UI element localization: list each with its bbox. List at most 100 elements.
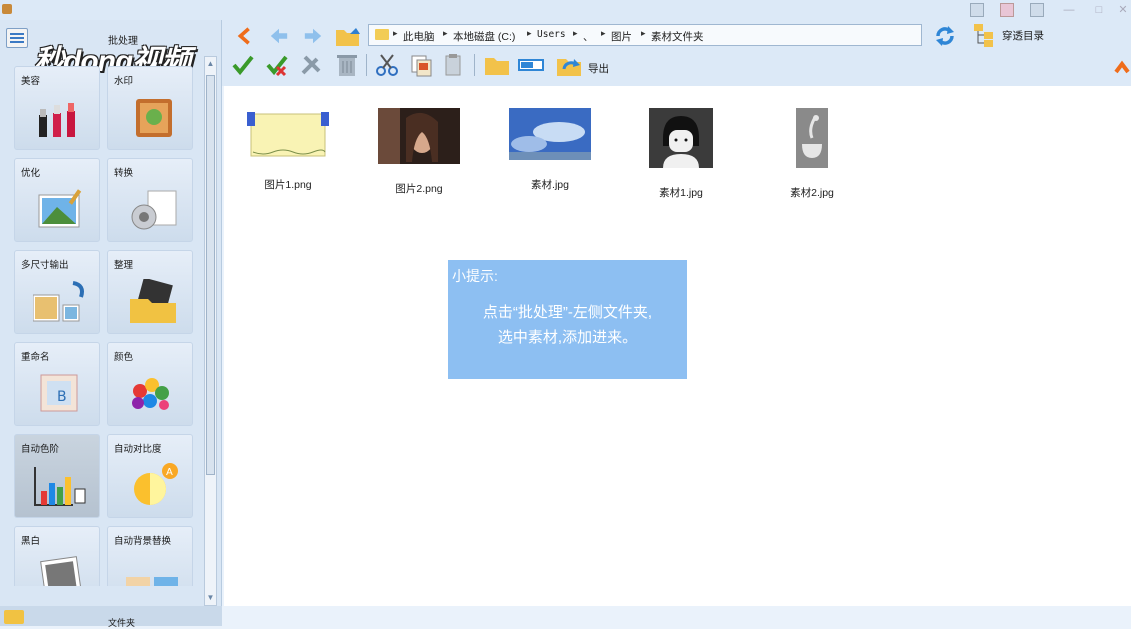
cut-scissors-icon[interactable] <box>374 52 400 78</box>
multi-size-icon <box>33 281 84 322</box>
tool-auto-contrast[interactable]: 自动对比度 A <box>107 434 193 518</box>
tool-label: 自动对比度 <box>114 444 162 455</box>
file-name: 素材2.jpg <box>790 187 834 199</box>
menu-icon[interactable] <box>1030 3 1044 17</box>
export-icon[interactable] <box>556 52 582 78</box>
file-name: 素材1.jpg <box>659 187 703 199</box>
minimize-icon[interactable]: — <box>1062 3 1076 17</box>
color-wheel-icon <box>132 378 169 410</box>
tool-rename[interactable]: 重命名 B <box>14 342 100 426</box>
photo-optimize-icon <box>38 189 82 228</box>
refresh-icon[interactable] <box>934 24 956 48</box>
collapse-chevron-icon[interactable] <box>1114 60 1130 74</box>
folder-tab[interactable]: 文件夹 <box>0 606 222 628</box>
bar-levels-icon <box>34 467 86 506</box>
tool-label: 多尺寸输出 <box>21 260 69 271</box>
tool-label: 重命名 <box>21 352 50 363</box>
tool-beauty[interactable]: 美容 <box>14 66 100 150</box>
file-thumbnail <box>796 108 828 168</box>
contrast-sun-icon: A <box>134 463 178 505</box>
scroll-down-icon[interactable]: ▼ <box>206 593 215 603</box>
tip-box: 小提示: 点击“批处理”-左侧文件夹, 选中素材,添加进来。 <box>448 260 687 379</box>
folder-tab-label: 文件夹 <box>108 618 136 628</box>
scroll-up-icon[interactable]: ▲ <box>206 59 215 69</box>
tip-title: 小提示: <box>452 268 498 284</box>
crumb-users[interactable]: Users <box>537 29 566 40</box>
directory-tree-icon[interactable] <box>972 22 996 48</box>
file-item[interactable]: 素材1.jpg <box>631 108 731 200</box>
tool-black-white[interactable]: 黑白 <box>14 526 100 586</box>
back-arrow-icon[interactable] <box>268 26 290 46</box>
file-item[interactable]: 素材.jpg <box>500 108 600 192</box>
crumb-material-folder[interactable]: 素材文件夹 <box>651 29 704 44</box>
skin-icon[interactable] <box>970 3 984 17</box>
tools-wrench-icon[interactable] <box>298 52 324 78</box>
file-name: 素材.jpg <box>531 179 569 191</box>
back-chevron-icon[interactable] <box>234 26 256 46</box>
makeup-icon <box>39 103 75 137</box>
toolbar-area: ▸ 此电脑 ▸ 本地磁盘 (C:) ▸ Users ▸ 、 ▸ 图片 ▸ 素材文… <box>222 20 1131 86</box>
file-thumbnail <box>247 112 329 157</box>
scroll-thumb[interactable] <box>206 75 215 475</box>
crumb-this-pc[interactable]: 此电脑 <box>403 29 435 44</box>
crumb-pictures[interactable]: 图片 <box>611 29 632 44</box>
tool-auto-levels[interactable]: 自动色阶 <box>14 434 100 518</box>
tool-label: 美容 <box>21 76 41 87</box>
address-folder-icon <box>375 29 389 40</box>
tool-multi-size[interactable]: 多尺寸输出 <box>14 250 100 334</box>
crumb-arrow-icon: ▸ <box>393 28 398 38</box>
paste-icon[interactable] <box>440 52 466 78</box>
rename-field-icon[interactable] <box>518 52 544 78</box>
tool-color[interactable]: 颜色 <box>107 342 193 426</box>
address-bar[interactable]: ▸ 此电脑 ▸ 本地磁盘 (C:) ▸ Users ▸ 、 ▸ 图片 ▸ 素材文… <box>368 24 922 46</box>
deselect-check-icon[interactable] <box>264 52 290 78</box>
crumb-local-disk[interactable]: 本地磁盘 (C:) <box>453 29 515 44</box>
crumb-arrow-icon: ▸ <box>443 28 448 38</box>
open-folder-icon[interactable] <box>334 24 362 48</box>
tool-label: 水印 <box>114 76 134 87</box>
close-icon[interactable]: ✕ <box>1116 3 1130 17</box>
file-thumbnail <box>378 108 460 164</box>
tool-label: 优化 <box>21 168 41 179</box>
forward-arrow-icon[interactable] <box>302 26 324 46</box>
copy-icon[interactable] <box>408 52 434 78</box>
left-panel: 批处理 秒dong视频 美容 水印 优化 转换 多尺寸输出 整理 重命名 B 颜… <box>0 20 222 628</box>
tool-optimize[interactable]: 优化 <box>14 158 100 242</box>
tool-auto-background[interactable]: 自动背景替换 <box>107 526 193 586</box>
tool-watermark[interactable]: 水印 <box>107 66 193 150</box>
directory-tree-label[interactable]: 穿透目录 <box>1002 28 1044 43</box>
crumb-arrow-icon: ▸ <box>573 28 578 38</box>
new-folder-icon[interactable] <box>484 52 510 78</box>
crumb-user[interactable]: 、 <box>583 29 594 44</box>
export-label[interactable]: 导出 <box>588 61 609 76</box>
folder-icon <box>4 610 24 624</box>
sidebar-scrollbar[interactable]: ▲ ▼ <box>204 56 217 606</box>
svg-text:B: B <box>57 389 67 405</box>
file-item[interactable]: 图片1.png <box>238 108 338 192</box>
title-bar: — □ ✕ <box>0 0 1131 22</box>
background-replace-icon <box>126 577 178 586</box>
file-thumbnail <box>649 108 713 168</box>
file-item[interactable]: 素材2.jpg <box>762 108 862 200</box>
tool-label: 自动背景替换 <box>114 536 172 547</box>
tool-convert[interactable]: 转换 <box>107 158 193 242</box>
tool-label: 颜色 <box>114 352 134 363</box>
tool-organize[interactable]: 整理 <box>107 250 193 334</box>
crumb-arrow-icon: ▸ <box>601 28 606 38</box>
tool-label: 转换 <box>114 168 134 179</box>
tool-label: 整理 <box>114 260 134 271</box>
maximize-icon[interactable]: □ <box>1092 3 1106 17</box>
select-all-check-icon[interactable] <box>230 52 256 78</box>
palette-icon[interactable] <box>1000 3 1014 17</box>
batch-icon <box>6 28 28 48</box>
file-name: 图片2.png <box>395 183 443 195</box>
svg-text:A: A <box>166 467 173 478</box>
tip-body: 点击“批处理”-左侧文件夹, 选中素材,添加进来。 <box>448 300 687 350</box>
file-thumbnail <box>509 108 591 160</box>
rename-icon: B <box>40 374 78 412</box>
crumb-arrow-icon: ▸ <box>641 28 646 38</box>
bw-photo-icon <box>40 556 82 586</box>
delete-trash-icon[interactable] <box>334 52 360 78</box>
tool-grid: 美容 水印 优化 转换 多尺寸输出 整理 重命名 B 颜色 自动色阶 自动对比度… <box>10 66 200 586</box>
file-item[interactable]: 图片2.png <box>369 108 469 196</box>
